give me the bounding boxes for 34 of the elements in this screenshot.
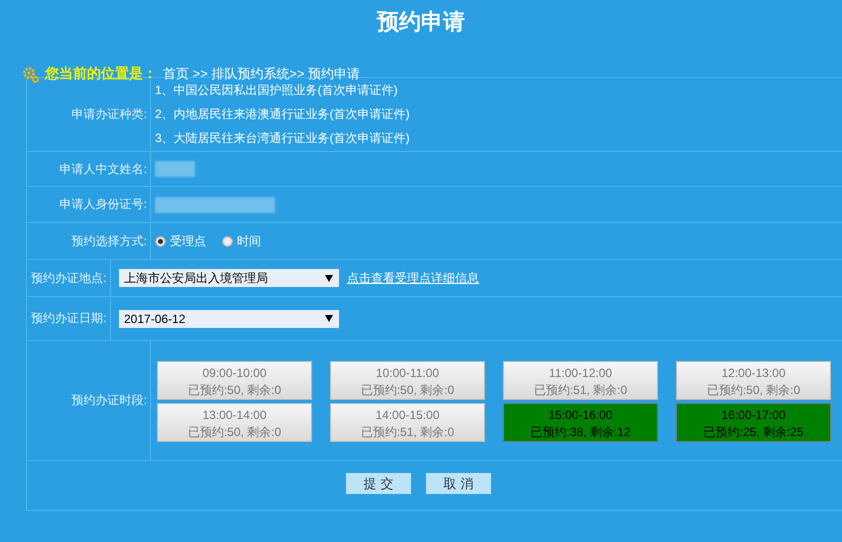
field-label: 预约办证地点: bbox=[31, 270, 106, 286]
breadcrumb-path: 首页 >> 排队预约系统>> 预约申请 bbox=[163, 65, 360, 83]
time-slot-button[interactable]: 16:00-17:00 已预约:25, 剩余:25 bbox=[676, 403, 831, 442]
time-slot-button[interactable]: 13:00-14:00 已预约:50, 剩余:0 bbox=[157, 403, 312, 442]
page-title: 预约申请 bbox=[377, 8, 465, 36]
time-slot-button[interactable]: 11:00-12:00 已预约:51, 剩余:0 bbox=[503, 361, 658, 400]
field-label: 申请人身份证号: bbox=[60, 196, 147, 213]
field-label: 预约办证日期: bbox=[31, 310, 106, 327]
certificate-type-text: 3、大陆居民往来台湾通行证业务(首次申请证件) bbox=[155, 130, 410, 147]
radio-button[interactable] bbox=[155, 236, 166, 246]
location-dropdown[interactable]: 上海市公安局出入境管理局 bbox=[119, 269, 339, 287]
radio-label: 受理点 bbox=[170, 232, 206, 250]
dropdown-caret-icon bbox=[325, 274, 333, 282]
date-dropdown[interactable]: 2017-06-12 bbox=[119, 310, 339, 328]
redacted-block bbox=[155, 161, 195, 177]
form-button[interactable]: 提 交 bbox=[346, 473, 411, 494]
form-button[interactable]: 取 消 bbox=[426, 473, 491, 494]
location-label: 您当前的位置是： bbox=[45, 65, 157, 83]
certificate-type-text: 1、中国公民因私出国护照业务(首次申请证件) bbox=[155, 82, 399, 99]
gear-icon bbox=[22, 66, 39, 82]
dropdown-caret-icon bbox=[325, 315, 333, 322]
time-slot-button[interactable]: 10:00-11:00 已预约:50, 剩余:0 bbox=[330, 361, 485, 400]
certificate-type-text: 2、内地居民往来港澳通行证业务(首次申请证件) bbox=[155, 106, 410, 123]
detail-link[interactable]: 点击查看受理点详细信息 bbox=[347, 270, 479, 286]
radio-label: 时间 bbox=[237, 232, 261, 250]
radio-button[interactable] bbox=[222, 236, 233, 246]
field-label: 申请人中文姓名: bbox=[60, 160, 147, 178]
time-slot-button[interactable]: 09:00-10:00 已预约:50, 剩余:0 bbox=[157, 361, 312, 400]
time-slot-button[interactable]: 15:00-16:00 已预约:38, 剩余:12 bbox=[503, 403, 658, 442]
time-slot-button[interactable]: 12:00-13:00 已预约:50, 剩余:0 bbox=[676, 361, 831, 400]
field-label: 预约办证时段: bbox=[72, 392, 147, 409]
field-label: 预约选择方式: bbox=[72, 232, 147, 250]
field-label: 申请办证种类: bbox=[72, 106, 147, 123]
time-slot-button[interactable]: 14:00-15:00 已预约:51, 剩余:0 bbox=[330, 403, 485, 442]
